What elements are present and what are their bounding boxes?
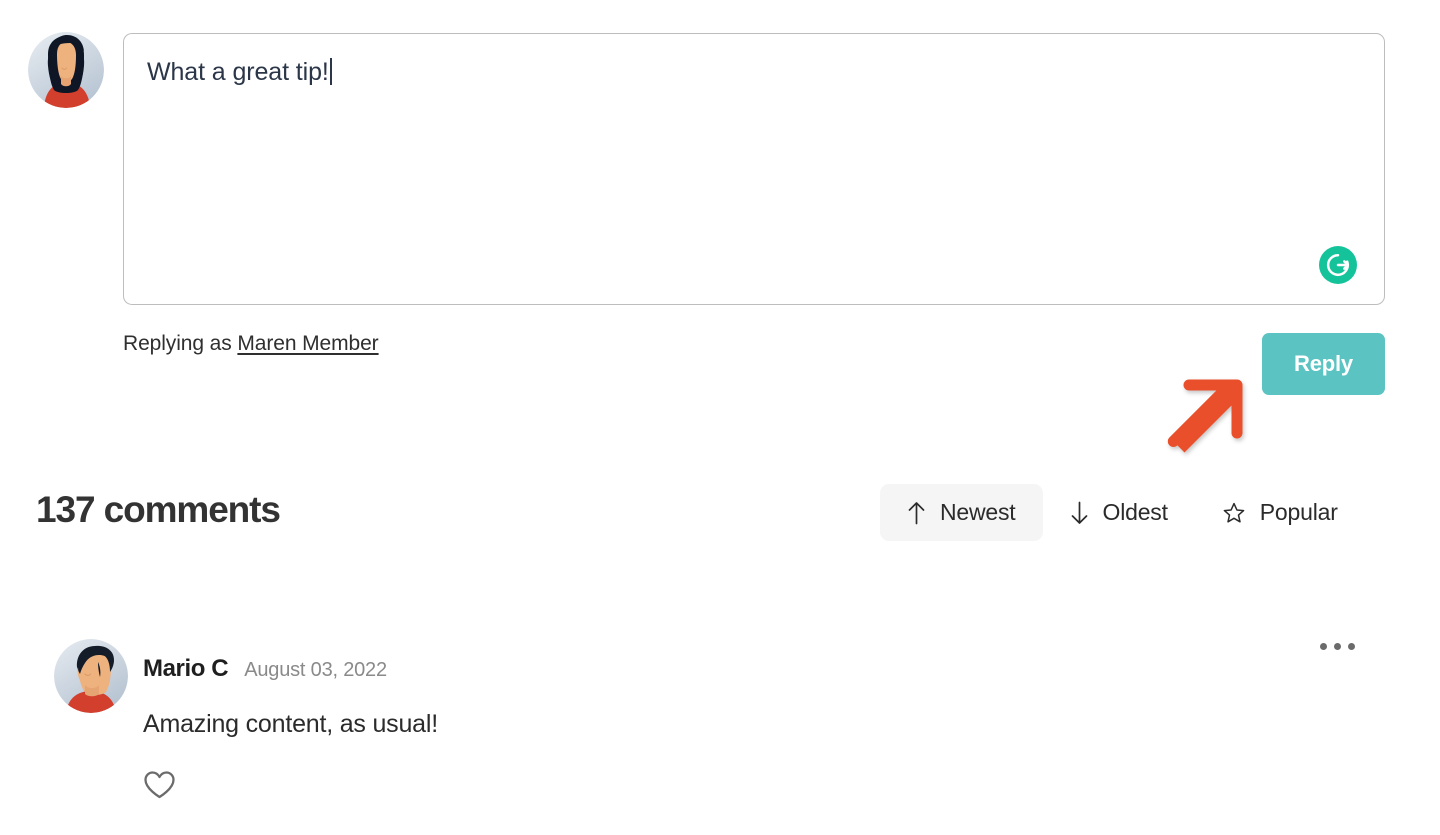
composer-avatar-wrap <box>28 32 104 108</box>
sort-option-oldest-label: Oldest <box>1102 499 1168 525</box>
menu-dot <box>1334 643 1341 650</box>
arrow-up-right-icon <box>1163 368 1259 464</box>
comment-date: August 03, 2022 <box>244 659 387 681</box>
star-outline-icon <box>1222 501 1246 525</box>
maren-member-avatar <box>28 32 104 108</box>
heart-outline-icon[interactable] <box>143 770 176 800</box>
comment-text: Amazing content, as usual! <box>143 710 438 738</box>
grammarly-icon[interactable] <box>1319 246 1357 284</box>
comment-textarea-wrap[interactable]: What a great tip! <box>123 33 1385 305</box>
replying-as-prefix: Replying as <box>123 332 232 355</box>
comment-actions <box>143 770 176 800</box>
comment-header: Mario C August 03, 2022 <box>143 655 387 683</box>
arrow-up-icon <box>907 501 926 525</box>
reply-button[interactable]: Reply <box>1262 333 1385 395</box>
comment-sort-bar: Newest Oldest Popular <box>880 484 1365 541</box>
comment-textarea[interactable]: What a great tip! <box>123 33 1385 305</box>
comment-textarea-value: What a great tip! <box>147 56 332 88</box>
comments-page: What a great tip! Replying as Maren Memb… <box>0 0 1440 835</box>
sort-option-popular[interactable]: Popular <box>1195 484 1365 541</box>
menu-dot <box>1348 643 1355 650</box>
sort-option-popular-label: Popular <box>1259 499 1338 525</box>
comment-author: Mario C <box>143 655 229 682</box>
sort-option-newest-label: Newest <box>940 499 1016 525</box>
arrow-down-icon <box>1070 501 1089 525</box>
sort-option-newest[interactable]: Newest <box>880 484 1043 541</box>
mario-c-avatar <box>54 639 128 713</box>
replying-as: Replying as Maren Member <box>123 332 379 356</box>
menu-dot <box>1320 643 1327 650</box>
replying-as-username[interactable]: Maren Member <box>237 332 378 355</box>
text-cursor <box>329 58 332 85</box>
sort-option-oldest[interactable]: Oldest <box>1043 484 1195 541</box>
more-options-icon[interactable] <box>1312 635 1363 658</box>
comments-count-heading: 137 comments <box>36 489 281 530</box>
